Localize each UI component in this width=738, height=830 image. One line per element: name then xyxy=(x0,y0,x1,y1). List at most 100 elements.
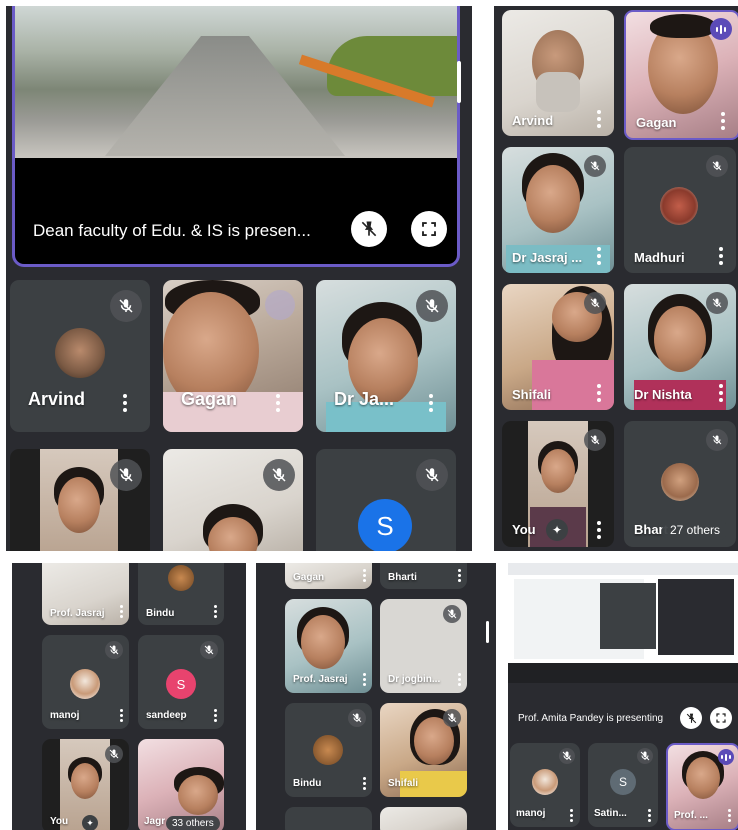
participant-tile-prof-jasraj[interactable]: Prof. Jasraj xyxy=(42,563,129,625)
participant-name: You xyxy=(512,522,536,537)
participant-tile-video-curtain[interactable] xyxy=(163,449,303,551)
participant-tile-gagan[interactable]: Gagan xyxy=(624,10,738,140)
shared-screen-toolbar xyxy=(508,563,738,575)
participant-tile-prof[interactable]: Prof. ... xyxy=(666,743,738,830)
more-options-button[interactable] xyxy=(458,673,462,688)
presentation-tile[interactable]: Dean faculty of Edu. & IS is presen... xyxy=(12,6,460,267)
video-face xyxy=(541,449,575,493)
video-face xyxy=(58,477,100,533)
participant-name: Dr Nishta xyxy=(634,387,692,402)
participant-tile-bharti[interactable]: Bharti xyxy=(380,563,467,589)
avatar xyxy=(70,669,100,699)
participant-tile-jagr[interactable]: Jagr 33 others xyxy=(138,739,224,830)
participant-tile-arvind[interactable]: Arvind xyxy=(10,280,150,432)
participant-tile-prof-jasraj[interactable]: Prof. Jasraj xyxy=(285,599,372,693)
meet-panel-main: Dean faculty of Edu. & IS is presen... A… xyxy=(6,6,472,551)
more-options-button[interactable] xyxy=(120,605,124,620)
participant-tile-dr-jasraj[interactable]: Dr Ja... xyxy=(316,280,456,432)
participant-tile-arvind[interactable]: Arvind xyxy=(502,10,614,136)
meet-panel-grid-3: Gagan Bharti Prof. Jasraj Dr jogbin... B… xyxy=(256,563,496,830)
unpin-button[interactable] xyxy=(680,707,702,729)
shared-screen-grid xyxy=(600,583,656,649)
participant-tile-s[interactable]: S xyxy=(316,449,456,551)
unpin-button[interactable] xyxy=(351,211,387,247)
avatar xyxy=(168,565,194,591)
participant-tile-manoj[interactable]: manoj xyxy=(510,743,580,827)
more-options-button[interactable] xyxy=(648,809,652,824)
avatar xyxy=(660,187,698,225)
more-options-button[interactable] xyxy=(363,777,367,792)
more-options-button[interactable] xyxy=(597,384,601,405)
participant-tile-dr-nishta[interactable]: Dr Nishta xyxy=(624,284,736,410)
more-options-button[interactable] xyxy=(214,605,218,620)
fullscreen-button[interactable] xyxy=(411,211,447,247)
participant-name: You xyxy=(50,816,69,827)
more-options-button[interactable] xyxy=(458,569,462,584)
participant-tile-bindu[interactable]: Bindu xyxy=(285,703,372,797)
participant-tile-satin[interactable]: S Satin... xyxy=(588,743,658,827)
more-options-button[interactable] xyxy=(719,247,723,268)
mic-off-icon xyxy=(443,605,461,623)
participant-tile-manoj[interactable]: manoj xyxy=(42,635,129,729)
effects-icon[interactable]: ✦ xyxy=(82,815,98,830)
scrollbar[interactable] xyxy=(457,61,461,103)
presentation-video xyxy=(15,6,457,158)
participant-name: Shifali xyxy=(388,778,419,789)
mic-off-icon xyxy=(584,292,606,314)
more-options-button[interactable] xyxy=(721,112,725,133)
participant-tile-video-woman[interactable] xyxy=(10,449,150,551)
video-hair xyxy=(650,14,716,38)
avatar xyxy=(532,769,558,795)
video-face xyxy=(178,775,218,815)
more-options-button[interactable] xyxy=(123,394,127,415)
more-options-button[interactable] xyxy=(276,394,280,415)
participant-tile-shifali[interactable]: Shifali xyxy=(380,703,467,797)
participant-tile-shifali[interactable]: Shifali xyxy=(502,284,614,410)
mic-off-icon xyxy=(706,292,728,314)
more-options-button[interactable] xyxy=(597,247,601,268)
participant-tile-bindu[interactable]: Bindu xyxy=(138,563,224,625)
more-options-button[interactable] xyxy=(597,521,601,542)
participant-tile-sandeep[interactable]: S sandeep xyxy=(138,635,224,729)
participant-tile-partial-2[interactable] xyxy=(380,807,467,830)
meet-panel-presenting: Prof. Amita Pandey is presenting manoj S… xyxy=(508,563,738,830)
participant-tile-dr-jasraj[interactable]: Dr Jasraj ... xyxy=(502,147,614,273)
more-options-button[interactable] xyxy=(214,709,218,724)
meet-panel-grid-2: Prof. Jasraj Bindu manoj S sandeep You ✦… xyxy=(12,563,246,830)
speaking-indicator xyxy=(265,290,295,320)
participant-tile-dr-jogbin[interactable]: Dr jogbin... xyxy=(380,599,467,693)
more-options-button[interactable] xyxy=(570,809,574,824)
others-count-button[interactable]: 33 others xyxy=(166,816,220,830)
more-options-button[interactable] xyxy=(363,673,367,688)
video-face xyxy=(301,615,345,669)
more-options-button[interactable] xyxy=(363,569,367,584)
participant-tile-gagan[interactable]: Gagan xyxy=(285,563,372,589)
pin-off-icon xyxy=(361,221,377,237)
others-count-button[interactable]: 27 others xyxy=(662,519,729,541)
mic-off-icon xyxy=(706,429,728,451)
participant-tile-you[interactable]: You ✦ xyxy=(502,421,614,547)
mic-off-icon xyxy=(706,155,728,177)
participant-name: Prof. Jasraj xyxy=(50,608,105,619)
participant-tile-madhuri[interactable]: Madhuri xyxy=(624,147,736,273)
fullscreen-icon xyxy=(716,713,726,723)
scrollbar[interactable] xyxy=(486,621,489,643)
more-options-button[interactable] xyxy=(728,809,732,824)
participant-tile-gagan[interactable]: Gagan xyxy=(163,280,303,432)
more-options-button[interactable] xyxy=(719,384,723,405)
participant-name: Shifali xyxy=(512,387,552,402)
participant-tile-you[interactable]: You ✦ xyxy=(42,739,129,830)
participant-tile-bharti[interactable]: Bhart 27 others xyxy=(624,421,736,547)
avatar xyxy=(661,463,699,501)
mic-off-icon xyxy=(200,641,218,659)
avatar-letter: S xyxy=(358,499,412,551)
more-options-button[interactable] xyxy=(120,709,124,724)
participant-name: Prof. ... xyxy=(674,810,708,821)
more-options-button[interactable] xyxy=(597,110,601,131)
more-options-button[interactable] xyxy=(429,394,433,415)
effects-icon[interactable]: ✦ xyxy=(546,519,568,541)
participant-tile-partial-1[interactable] xyxy=(285,807,372,830)
speaking-indicator xyxy=(710,18,732,40)
fullscreen-button[interactable] xyxy=(710,707,732,729)
mic-off-icon xyxy=(584,429,606,451)
